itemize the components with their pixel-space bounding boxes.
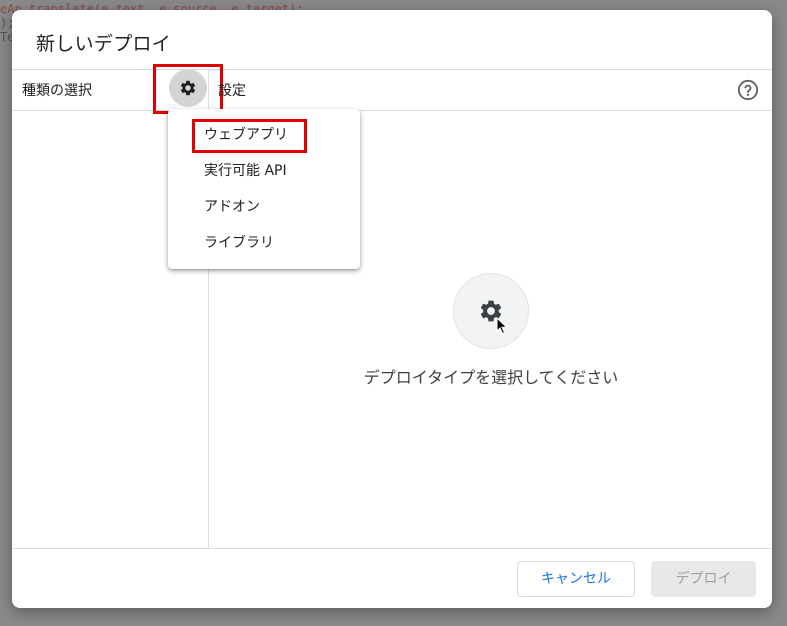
- menu-item-library[interactable]: ライブラリ: [204, 233, 274, 253]
- cancel-button[interactable]: キャンセル: [517, 561, 635, 597]
- help-circle-icon: [737, 79, 759, 101]
- divider: [12, 69, 772, 70]
- mouse-cursor-icon: [496, 317, 508, 335]
- select-type-label: 種類の選択: [22, 83, 92, 99]
- settings-label: 設定: [218, 83, 246, 99]
- deploy-button[interactable]: デプロイ: [651, 561, 756, 597]
- empty-state-message: デプロイタイプを選択してください: [363, 368, 619, 387]
- divider: [12, 110, 772, 111]
- help-button[interactable]: [736, 78, 760, 102]
- highlight-box: [192, 119, 307, 153]
- divider: [12, 548, 772, 549]
- menu-item-executable-api[interactable]: 実行可能 API: [204, 161, 287, 181]
- menu-item-addon[interactable]: アドオン: [204, 197, 260, 217]
- highlight-box: [153, 64, 223, 114]
- deployment-type-menu: ウェブアプリ 実行可能 API アドオン ライブラリ: [168, 109, 360, 269]
- empty-state-icon-circle: [453, 273, 529, 349]
- dialog-title: 新しいデプロイ: [36, 33, 172, 55]
- new-deployment-dialog: 新しいデプロイ 種類の選択 設定 ウェブアプリ 実行可能 API アドオン ライ…: [12, 10, 772, 608]
